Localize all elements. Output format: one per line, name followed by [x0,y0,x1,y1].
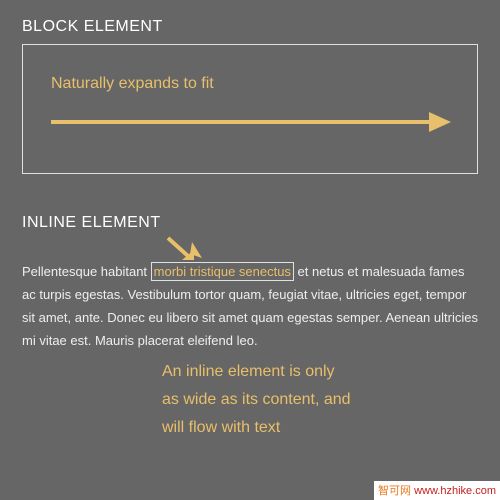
para-text-before: Pellentesque habitant [22,264,151,279]
inline-desc-line2: as wide as its content, and [162,386,478,414]
pointer-arrow-icon [162,234,202,264]
expand-arrow [51,113,449,133]
inline-desc-line1: An inline element is only [162,358,478,386]
inline-paragraph: Pellentesque habitant morbi tristique se… [22,260,478,352]
arrow-right-icon [429,112,451,132]
block-section-title: BLOCK ELEMENT [22,18,478,36]
inline-description: An inline element is only as wide as its… [162,358,478,442]
inline-highlight-box: morbi tristique senectus [151,262,294,281]
inline-section-title: INLINE ELEMENT [22,214,478,232]
block-caption: Naturally expands to fit [51,75,449,93]
watermark: 智可网 www.hzhike.com [374,481,500,500]
block-element-box: Naturally expands to fit [22,44,478,174]
arrow-line [51,120,433,124]
inline-desc-line3: will flow with text [162,414,478,442]
watermark-url: www.hzhike.com [414,485,496,497]
watermark-brand: 智可网 [378,485,411,497]
